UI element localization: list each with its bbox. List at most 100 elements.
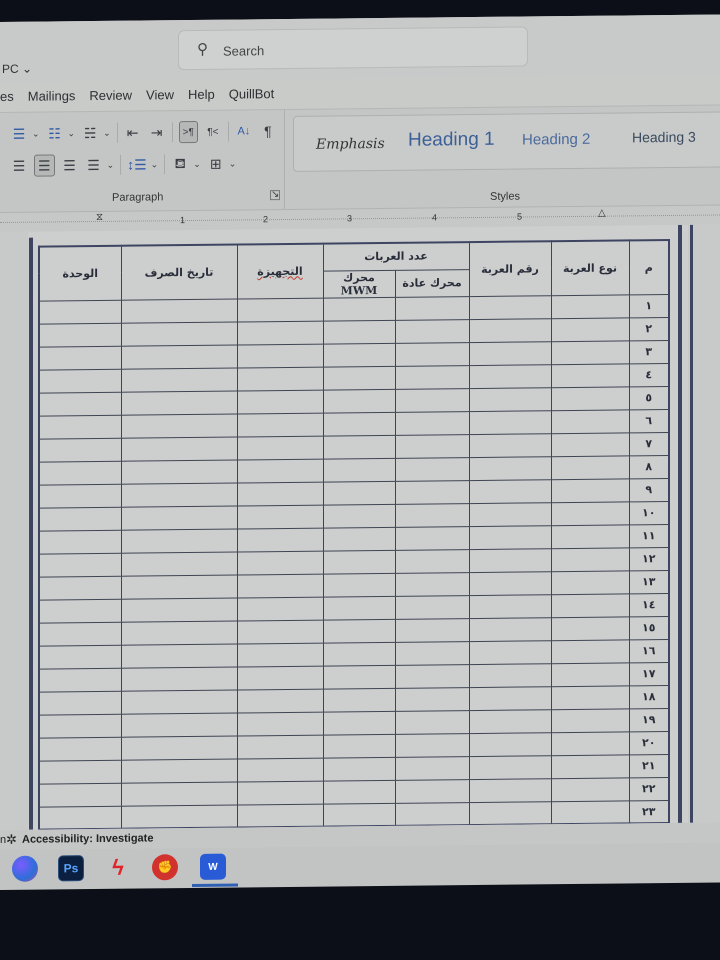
table-cell[interactable] xyxy=(323,710,395,735)
table-cell[interactable] xyxy=(551,294,629,319)
justify-icon[interactable]: ☰ xyxy=(85,154,103,176)
document-area[interactable]: م نوع العربة رقم العربة عدد العربات التج… xyxy=(0,224,720,830)
show-formatting-marks-icon[interactable]: ¶ xyxy=(259,120,277,142)
word-app-icon[interactable]: W xyxy=(200,853,226,880)
table-cell[interactable] xyxy=(121,666,237,691)
table-cell[interactable] xyxy=(395,480,469,504)
shading-icon[interactable]: ⛾ xyxy=(171,153,189,175)
table-cell[interactable] xyxy=(39,598,121,623)
table-cell[interactable] xyxy=(469,295,551,320)
table-cell[interactable] xyxy=(39,322,121,347)
table-cell[interactable] xyxy=(395,618,469,642)
table-cell[interactable] xyxy=(323,664,395,689)
borders-dropdown[interactable]: ⌄ xyxy=(229,158,237,169)
table-cell[interactable] xyxy=(237,803,323,828)
table-cell[interactable] xyxy=(237,619,323,644)
table-cell[interactable] xyxy=(395,526,469,550)
table-cell[interactable] xyxy=(323,526,395,551)
table-cell[interactable] xyxy=(237,734,323,759)
table-cell[interactable] xyxy=(395,457,469,481)
table-cell[interactable] xyxy=(323,572,395,597)
table-cell[interactable] xyxy=(323,319,395,344)
table-cell[interactable] xyxy=(39,529,121,554)
accessibility-icon[interactable]: ✲ xyxy=(6,832,17,848)
table-cell[interactable] xyxy=(469,663,551,688)
numbering-icon[interactable]: ☷ xyxy=(46,122,64,144)
table-cell[interactable] xyxy=(39,667,121,692)
table-cell[interactable] xyxy=(121,436,237,461)
table-cell[interactable] xyxy=(323,779,395,804)
table-cell[interactable] xyxy=(237,297,323,322)
table-cell[interactable] xyxy=(323,802,395,827)
left-indent-marker-icon[interactable]: ⧖ xyxy=(96,212,103,223)
table-cell[interactable] xyxy=(121,482,237,507)
table-cell[interactable] xyxy=(237,550,323,575)
table-cell[interactable] xyxy=(121,390,237,415)
table-cell[interactable] xyxy=(121,298,237,323)
table-cell[interactable] xyxy=(121,712,237,737)
tab-help[interactable]: Help xyxy=(181,82,222,108)
table-cell[interactable] xyxy=(323,549,395,574)
table-cell[interactable] xyxy=(469,525,551,550)
sort-icon[interactable]: A↓ xyxy=(235,120,253,142)
table-cell[interactable] xyxy=(237,688,323,713)
style-emphasis[interactable]: Emphasis xyxy=(316,136,385,153)
table-cell[interactable] xyxy=(395,664,469,688)
table-cell[interactable] xyxy=(121,367,237,392)
table-cell[interactable] xyxy=(121,459,237,484)
table-cell[interactable] xyxy=(323,342,395,367)
line-spacing-dropdown[interactable]: ⌄ xyxy=(151,159,159,170)
table-cell[interactable] xyxy=(323,411,395,436)
table-cell[interactable] xyxy=(395,710,469,734)
table-cell[interactable] xyxy=(39,299,121,324)
table-cell[interactable] xyxy=(395,388,469,412)
table-cell[interactable] xyxy=(551,409,629,434)
table-cell[interactable] xyxy=(551,570,629,595)
table-cell[interactable] xyxy=(121,643,237,668)
table-cell[interactable] xyxy=(39,621,121,646)
table-cell[interactable] xyxy=(395,595,469,619)
table-cell[interactable] xyxy=(469,387,551,412)
table-cell[interactable] xyxy=(39,759,121,784)
align-left-icon[interactable]: ☰ xyxy=(10,155,28,177)
table-cell[interactable] xyxy=(395,503,469,527)
line-spacing-icon[interactable]: ↕☰ xyxy=(127,153,147,175)
table-cell[interactable] xyxy=(39,368,121,393)
table-cell[interactable] xyxy=(551,800,629,825)
table-cell[interactable] xyxy=(39,345,121,370)
table-cell[interactable] xyxy=(551,432,629,457)
table-cell[interactable] xyxy=(469,318,551,343)
table-cell[interactable] xyxy=(323,595,395,620)
accessibility-status[interactable]: Accessibility: Investigate xyxy=(22,832,153,845)
table-cell[interactable] xyxy=(551,501,629,526)
table-cell[interactable] xyxy=(121,758,237,783)
table-cell[interactable] xyxy=(121,597,237,622)
table-cell[interactable] xyxy=(551,685,629,710)
right-indent-marker-icon[interactable]: △ xyxy=(598,208,606,219)
table-cell[interactable] xyxy=(323,457,395,482)
account-menu[interactable]: PC ⌄ xyxy=(2,62,32,76)
style-heading-1[interactable]: Heading 1 xyxy=(408,129,495,152)
table-cell[interactable] xyxy=(39,782,121,807)
table-cell[interactable] xyxy=(395,319,469,343)
table-cell[interactable] xyxy=(469,548,551,573)
table-cell[interactable] xyxy=(121,528,237,553)
table-cell[interactable] xyxy=(395,641,469,665)
table-cell[interactable] xyxy=(121,505,237,530)
align-center-icon[interactable]: ☰ xyxy=(34,154,55,177)
table-cell[interactable] xyxy=(395,733,469,757)
table-cell[interactable] xyxy=(551,708,629,733)
table-cell[interactable] xyxy=(395,779,469,803)
table-cell[interactable] xyxy=(323,687,395,712)
align-right-icon[interactable]: ☰ xyxy=(61,154,79,176)
table-cell[interactable] xyxy=(395,572,469,596)
table-cell[interactable] xyxy=(469,410,551,435)
table-cell[interactable] xyxy=(39,644,121,669)
table-cell[interactable] xyxy=(469,732,551,757)
bullets-icon[interactable]: ☰ xyxy=(10,123,28,145)
table-cell[interactable] xyxy=(237,366,323,391)
table-cell[interactable] xyxy=(551,639,629,664)
table-cell[interactable] xyxy=(395,687,469,711)
table-cell[interactable] xyxy=(551,616,629,641)
table-cell[interactable] xyxy=(551,731,629,756)
